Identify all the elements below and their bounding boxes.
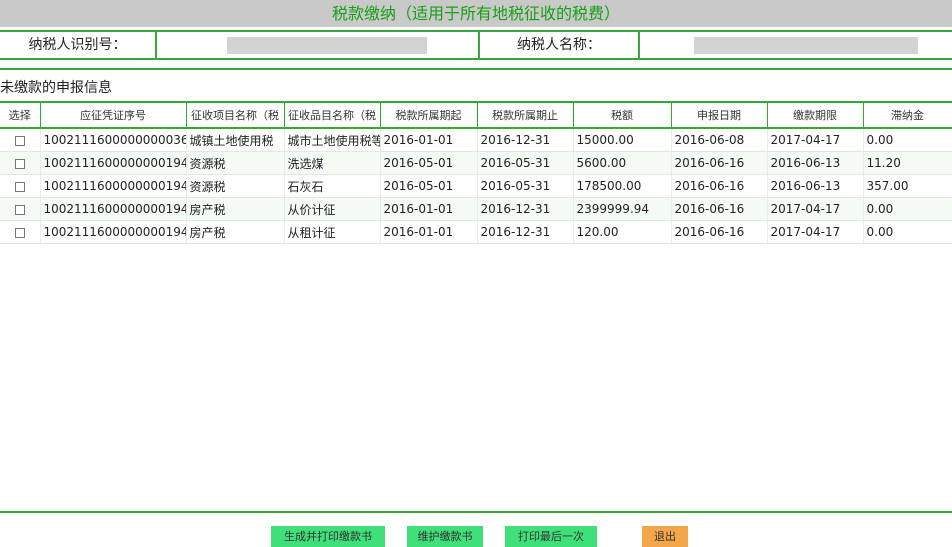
cell-late-fee: 0.00 [863,128,952,152]
cell-late-fee: 0.00 [863,220,952,244]
cell-sub-item-name: 从租计征 [284,220,381,244]
cell-declare-date: 2016-06-16 [671,220,768,244]
col-sub-item-name[interactable]: 征收品目名称（税 [284,101,381,129]
cell-sub-item-name: 石灰石 [284,174,381,198]
col-declare-date[interactable]: 申报日期 [671,101,768,129]
table-row[interactable]: 10021116000000001946 资源税 洗选煤 2016-05-01 … [0,151,952,175]
cell-amount: 120.00 [573,220,672,244]
cell-voucher-no: 10021116000000000367 [40,128,187,152]
cell-amount: 178500.00 [573,174,672,198]
checkbox-icon[interactable] [14,204,25,215]
row-checkbox[interactable] [0,220,41,244]
cell-item-name: 城镇土地使用税 [186,128,285,152]
cell-period-start: 2016-05-01 [380,151,478,175]
table-row[interactable]: 10021116000000001947 资源税 石灰石 2016-05-01 … [0,174,952,198]
taxpayer-name-redacted [694,37,918,54]
cell-period-end: 2016-12-31 [477,128,574,152]
row-checkbox[interactable] [0,197,41,221]
cell-declare-date: 2016-06-16 [671,197,768,221]
taxpayer-name-field [640,32,952,58]
cell-sub-item-name: 城市土地使用税等 [284,128,381,152]
exit-button[interactable]: 退出 [642,526,688,547]
cell-item-name: 资源税 [186,151,285,175]
table-header: 选择 应征凭证序号 征收项目名称（税 征收品目名称（税 税款所属期起 税款所属期… [0,101,952,129]
cell-late-fee: 11.20 [863,151,952,175]
table-row[interactable]: 10021116000000000367 城镇土地使用税 城市土地使用税等 20… [0,128,952,152]
cell-sub-item-name: 洗选煤 [284,151,381,175]
cell-late-fee: 357.00 [863,174,952,198]
col-period-end[interactable]: 税款所属期止 [477,101,574,129]
section-title: 未缴款的申报信息 [0,80,112,96]
table-row[interactable]: 10021116000000001948 房产税 从价计征 2016-01-01… [0,197,952,221]
cell-deadline: 2016-06-13 [767,151,864,175]
col-late-fee[interactable]: 滞纳金 [863,101,952,129]
cell-item-name: 房产税 [186,197,285,221]
col-voucher-no[interactable]: 应征凭证序号 [40,101,187,129]
page-title: 税款缴纳（适用于所有地税征收的税费） [0,0,952,27]
checkbox-icon[interactable] [14,181,25,192]
checkbox-icon[interactable] [14,135,25,146]
cell-period-start: 2016-01-01 [380,197,478,221]
cell-period-end: 2016-05-31 [477,174,574,198]
cell-declare-date: 2016-06-16 [671,174,768,198]
col-select[interactable]: 选择 [0,101,41,129]
cell-declare-date: 2016-06-08 [671,128,768,152]
declaration-table: 选择 应征凭证序号 征收项目名称（税 征收品目名称（税 税款所属期起 税款所属期… [0,101,952,244]
cell-voucher-no: 10021116000000001947 [40,174,187,198]
cell-amount: 5600.00 [573,151,672,175]
divider [0,68,952,70]
cell-sub-item-name: 从价计征 [284,197,381,221]
cell-period-start: 2016-05-01 [380,174,478,198]
cell-voucher-no: 10021116000000001948 [40,197,187,221]
cell-amount: 15000.00 [573,128,672,152]
cell-deadline: 2017-04-17 [767,197,864,221]
print-last-button[interactable]: 打印最后一次 [505,526,597,547]
cell-period-end: 2016-12-31 [477,197,574,221]
col-deadline[interactable]: 缴款期限 [767,101,864,129]
col-amount[interactable]: 税额 [573,101,672,129]
cell-period-start: 2016-01-01 [380,220,478,244]
footer-divider [0,511,952,513]
cell-deadline: 2016-06-13 [767,174,864,198]
generate-print-button[interactable]: 生成并打印缴款书 [271,526,385,547]
maintain-voucher-button[interactable]: 维护缴款书 [407,526,483,547]
taxpayer-info-row: 纳税人识别号： 纳税人名称： [0,30,952,60]
cell-item-name: 资源税 [186,174,285,198]
taxpayer-name-label: 纳税人名称： [480,32,640,58]
row-checkbox[interactable] [0,174,41,198]
cell-item-name: 房产税 [186,220,285,244]
cell-late-fee: 0.00 [863,197,952,221]
row-checkbox[interactable] [0,151,41,175]
cell-period-end: 2016-05-31 [477,151,574,175]
col-period-start[interactable]: 税款所属期起 [380,101,478,129]
cell-amount: 2399999.94 [573,197,672,221]
cell-declare-date: 2016-06-16 [671,151,768,175]
checkbox-icon[interactable] [14,158,25,169]
taxpayer-id-field [157,32,480,58]
cell-voucher-no: 10021116000000001948 [40,220,187,244]
taxpayer-id-label: 纳税人识别号： [0,32,157,58]
row-checkbox[interactable] [0,128,41,152]
cell-period-start: 2016-01-01 [380,128,478,152]
cell-deadline: 2017-04-17 [767,128,864,152]
table-row[interactable]: 10021116000000001948 房产税 从租计征 2016-01-01… [0,220,952,244]
cell-period-end: 2016-12-31 [477,220,574,244]
checkbox-icon[interactable] [14,227,25,238]
cell-voucher-no: 10021116000000001946 [40,151,187,175]
col-item-name[interactable]: 征收项目名称（税 [186,101,285,129]
taxpayer-id-redacted [227,37,427,54]
cell-deadline: 2017-04-17 [767,220,864,244]
